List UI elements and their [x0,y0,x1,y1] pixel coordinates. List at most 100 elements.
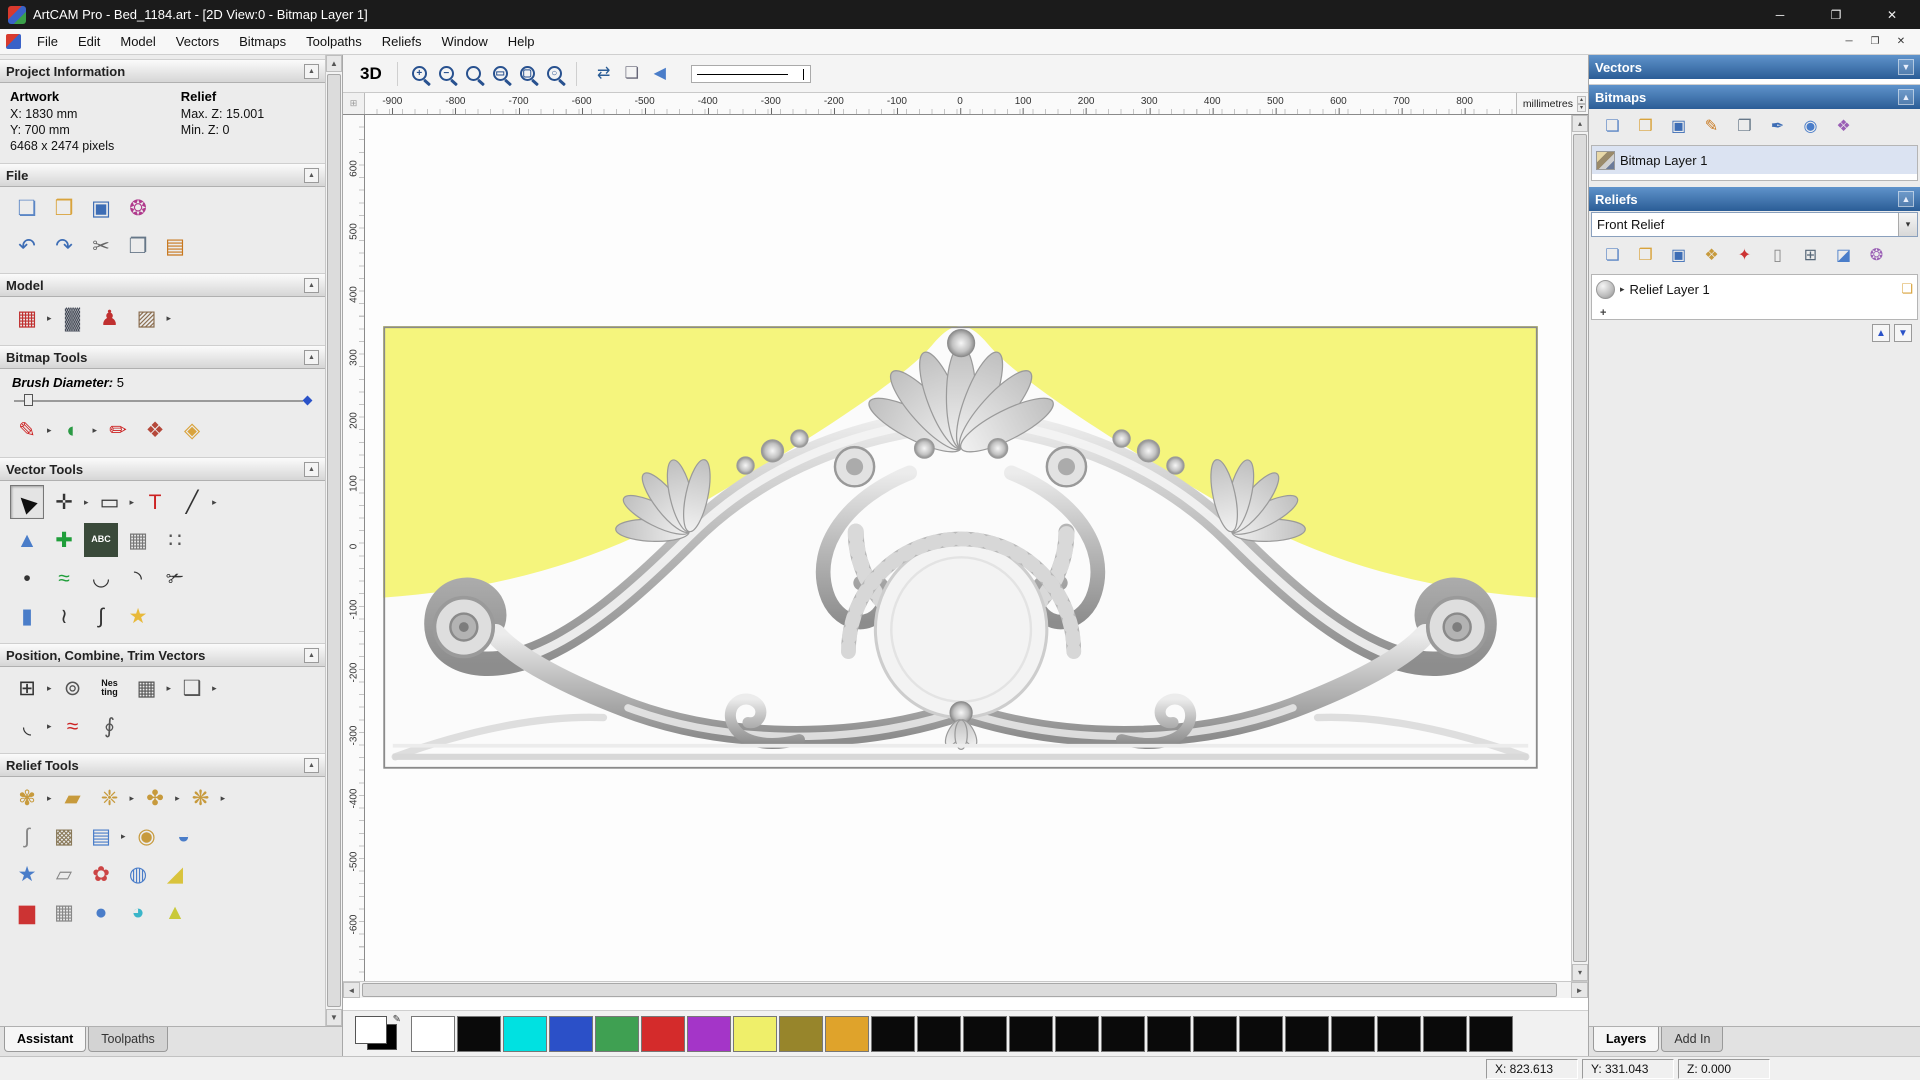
node-editing-icon[interactable]: ≀ [47,599,81,633]
panel-scrollbar[interactable]: ▲ ▼ [325,55,342,1026]
scroll-up-icon[interactable]: ▴ [1572,115,1588,132]
collapse-section-icon[interactable]: ▲ [304,461,319,477]
expand-icon[interactable]: ▸ [1620,284,1625,295]
palette-swatch-13[interactable] [1009,1015,1053,1052]
join-vectors-icon[interactable]: ∫ [84,599,118,633]
texture-relief-icon[interactable]: ◍ [121,857,155,891]
relief-clipart-icon[interactable]: ▤ [84,819,118,853]
cut-icon[interactable]: ✂ [84,229,118,263]
tab-toolpaths[interactable]: Toolpaths [88,1027,168,1052]
toggle-bitmap-icon[interactable]: ◉ [1797,114,1824,140]
circular-copy-icon[interactable]: ⊚ [56,671,90,705]
create-rectangle-icon[interactable]: ▭ [93,485,127,519]
relief-tool-extra-1-icon[interactable]: ▆ [10,895,44,929]
close-button[interactable]: ✕ [1864,0,1920,29]
fence-icon[interactable]: ▦ [121,523,155,557]
dropdown-arrow[interactable]: ▸ [212,497,217,508]
paste-icon[interactable]: ▤ [158,229,192,263]
block-copy-icon[interactable]: ▦ [130,671,164,705]
trim-vectors-icon[interactable]: ✃ [158,561,192,595]
palette-swatch-0[interactable] [411,1015,455,1052]
scrollbar-thumb[interactable] [327,74,341,1007]
colour-palette-icon[interactable]: ❖ [138,413,172,447]
magic-wand-icon[interactable]: ★ [121,599,155,633]
collapse-section-icon[interactable]: ▲ [304,349,319,365]
text-abc-icon[interactable]: ABC [84,523,118,557]
collapse-section-icon[interactable]: ▲ [304,167,319,183]
emboss-icon[interactable]: ✤ [138,781,172,815]
collapse-section-icon[interactable]: ▲ [304,277,319,293]
horizontal-scrollbar[interactable]: ◄ ► [343,981,1588,998]
palette-swatch-17[interactable] [1193,1015,1237,1052]
scroll-right-icon[interactable]: ► [1571,982,1588,998]
deform-relief-icon[interactable]: ❈ [93,781,127,815]
create-polyline-icon[interactable]: ╱ [175,485,209,519]
scroll-up-icon[interactable]: ▲ [326,55,342,72]
scroll-left-icon[interactable]: ◄ [343,982,360,998]
smoothing-icon[interactable]: ▰ [56,781,90,815]
zoom-previous-icon[interactable] [465,66,481,81]
zoom-object-icon[interactable]: ○ [546,66,562,81]
adjust-model-icon[interactable]: ▓ [56,301,90,335]
palette-swatch-6[interactable] [687,1015,731,1052]
erase-relief-icon[interactable]: ◪ [1830,243,1857,269]
chevron-down-icon[interactable]: ▾ [1898,213,1917,236]
open-bitmap-layer-icon[interactable]: ❒ [1632,114,1659,140]
palette-swatch-18[interactable] [1239,1015,1283,1052]
smooth-layer-icon[interactable]: ✦ [1731,243,1758,269]
relief-layer-row[interactable]: ▸ Relief Layer 1 ❏ [1592,275,1917,303]
dropdown-arrow[interactable]: ▸ [47,425,52,436]
select-vectors-icon[interactable]: ◀ [10,485,44,519]
draw-icon[interactable]: ✏ [101,413,135,447]
pin-icon[interactable]: ▲ [1898,191,1914,207]
tab-add-in[interactable]: Add In [1661,1027,1724,1052]
envelope-icon[interactable]: ▱ [47,857,81,891]
wireframe-cone-icon[interactable]: ▲ [10,523,44,557]
point-array-icon[interactable]: ∷ [158,523,192,557]
paint-brush-icon[interactable]: ✎ [10,413,44,447]
tab-assistant[interactable]: Assistant [4,1027,87,1052]
weave-wizard-icon[interactable]: ▩ [47,819,81,853]
zoom-in-icon[interactable]: + [411,66,427,81]
palette-swatch-23[interactable] [1469,1015,1513,1052]
menu-item-toolpaths[interactable]: Toolpaths [296,30,372,53]
relief-select[interactable]: Front Relief ▾ [1591,212,1918,237]
palette-swatch-4[interactable] [595,1015,639,1052]
scrollbar-track[interactable] [360,982,1571,998]
zoom-out-icon[interactable]: − [438,66,454,81]
open-model-icon[interactable]: ❒ [47,191,81,225]
pin-icon[interactable]: ▲ [1898,89,1914,105]
palette-swatch-14[interactable] [1055,1015,1099,1052]
dome-icon[interactable]: ◒ [167,819,201,853]
dropdown-arrow[interactable]: ▸ [175,793,180,804]
palette-swatch-12[interactable] [963,1015,1007,1052]
bitmap-to-vector-icon[interactable]: ✒ [1764,114,1791,140]
relief-tool-extra-5-icon[interactable]: ▲ [158,895,192,929]
free-spline-icon[interactable]: ≈ [47,561,81,595]
align-objects-icon[interactable]: ⊞ [10,671,44,705]
collapse-section-icon[interactable]: ▲ [304,757,319,773]
turn-wizard-icon[interactable]: ◉ [130,819,164,853]
redo-icon[interactable]: ↷ [47,229,81,263]
mdi-minimize-button[interactable]: ─ [1836,32,1862,52]
model-wizard-icon[interactable]: ❂ [121,191,155,225]
move-layer-down-icon[interactable]: ▼ [1894,324,1912,342]
dropdown-arrow[interactable]: ▸ [221,793,226,804]
palette-swatch-15[interactable] [1101,1015,1145,1052]
dropdown-arrow[interactable]: ▸ [167,683,172,694]
palette-swatch-8[interactable] [779,1015,823,1052]
scrollbar-thumb[interactable] [1573,134,1587,962]
line-thickness-selector[interactable] [690,64,811,83]
palette-swatch-2[interactable] [503,1015,547,1052]
dropdown-arrow[interactable]: ▸ [130,793,135,804]
toggle-2d3d-icon[interactable]: ⇄ [591,61,617,87]
move-layer-up-icon[interactable]: ▲ [1872,324,1890,342]
new-bitmap-layer-icon[interactable]: ❏ [1599,114,1626,140]
vertical-scrollbar[interactable]: ▴ ▾ [1571,115,1588,981]
relief-options-icon[interactable]: ❂ [1863,243,1890,269]
ruler-unit-selector[interactable]: millimetres ▴ ▾ [1515,93,1588,114]
canvas-viewport[interactable] [365,115,1571,981]
sweep-profile-icon[interactable]: ∫ [10,819,44,853]
bitmap-options-icon[interactable]: ❖ [1830,114,1857,140]
bitmap-layer-row[interactable]: Bitmap Layer 1 [1592,146,1917,174]
